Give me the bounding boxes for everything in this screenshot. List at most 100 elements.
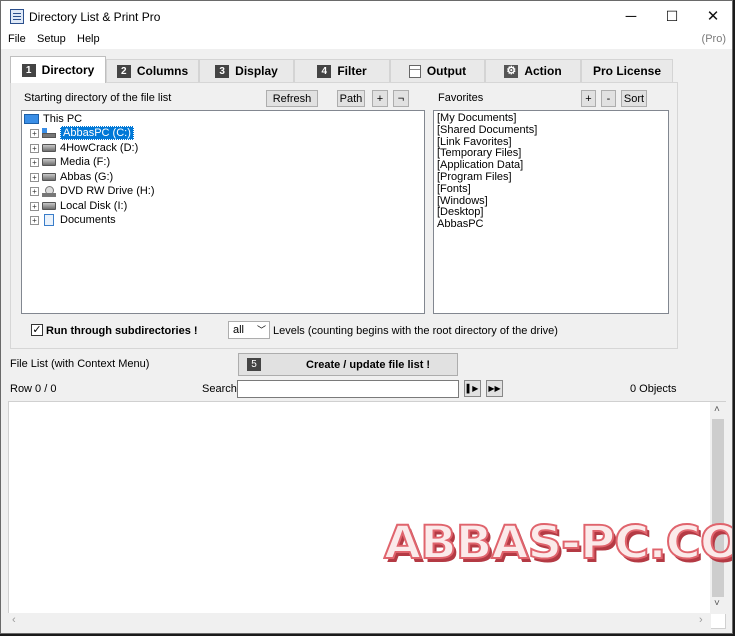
starting-directory-label: Starting directory of the file list xyxy=(24,92,172,104)
tree-root[interactable]: This PC xyxy=(24,112,82,126)
tree-item[interactable]: + DVD RW Drive (H:) xyxy=(30,184,155,198)
scroll-left-icon[interactable]: ‹ xyxy=(12,614,16,626)
menu-bar: File Setup Help (Pro) xyxy=(1,31,732,49)
tab-output[interactable]: Output xyxy=(390,59,485,82)
fast-forward-icon: ▶▶ xyxy=(488,384,501,393)
tab-display[interactable]: 3 Display xyxy=(199,59,294,82)
add-path-button[interactable]: + xyxy=(372,90,388,107)
tab-label: Action xyxy=(524,64,562,78)
path-button[interactable]: Path xyxy=(337,90,365,107)
computer-icon xyxy=(24,114,39,124)
search-all-button[interactable]: ▶▶ xyxy=(486,380,503,397)
tree-item[interactable]: + Abbas (G:) xyxy=(30,170,113,184)
watermark: ABBAS-PC.COM xyxy=(383,515,732,570)
favorite-item[interactable]: AbbasPC xyxy=(437,218,665,231)
row-counter: Row 0 / 0 xyxy=(10,383,57,395)
search-input[interactable] xyxy=(237,380,459,398)
tab-directory[interactable]: 1 Directory xyxy=(10,56,106,83)
favorites-list[interactable]: [My Documents] [Shared Documents] [Link … xyxy=(433,110,669,314)
chevron-down-icon: ﹀ xyxy=(256,325,266,335)
gear-icon: ⚙ xyxy=(504,64,519,78)
tab-label: Directory xyxy=(41,63,95,77)
directory-tree[interactable]: This PC + AbbasPC (C:) + 4HowCrack (D:) … xyxy=(21,110,425,314)
tree-item[interactable]: + Media (F:) xyxy=(30,155,110,169)
minimize-button[interactable]: ─ xyxy=(608,1,654,31)
plus-icon: + xyxy=(376,92,384,105)
tab-label: Columns xyxy=(136,64,189,78)
horizontal-scrollbar[interactable] xyxy=(8,613,711,629)
tab-number: 3 xyxy=(215,64,230,78)
tree-item-label: Local Disk (I:) xyxy=(60,200,128,212)
play-next-icon: ▌▶ xyxy=(466,384,479,393)
plus-icon: + xyxy=(585,92,592,105)
app-icon xyxy=(10,9,24,24)
tree-item[interactable]: + Documents xyxy=(30,213,116,227)
tree-item[interactable]: + 4HowCrack (D:) xyxy=(30,141,138,155)
refresh-button[interactable]: Refresh xyxy=(266,90,318,107)
create-file-list-button[interactable]: 5 Create / update file list ! xyxy=(238,353,458,376)
expand-icon: + xyxy=(30,172,39,182)
levels-select[interactable]: all ﹀ xyxy=(228,321,270,339)
scroll-down-icon[interactable]: ˅ xyxy=(714,598,720,609)
maximize-button[interactable]: ☐ xyxy=(649,1,695,31)
directory-panel: Starting directory of the file list Refr… xyxy=(10,82,678,349)
tab-filter[interactable]: 4 Filter xyxy=(294,59,390,82)
remove-favorite-button[interactable]: - xyxy=(601,90,616,107)
drive-icon xyxy=(42,173,56,181)
sort-label: Sort xyxy=(623,92,645,105)
favorite-item[interactable]: [Shared Documents] xyxy=(437,124,665,137)
menu-setup[interactable]: Setup xyxy=(37,33,66,45)
maximize-icon: ☐ xyxy=(665,7,679,24)
menu-file[interactable]: File xyxy=(8,33,26,45)
step-number: 5 xyxy=(247,358,261,371)
tab-columns[interactable]: 2 Columns xyxy=(106,59,199,82)
search-next-button[interactable]: ▌▶ xyxy=(464,380,481,397)
expand-icon: + xyxy=(30,128,39,138)
drive-icon xyxy=(42,144,56,152)
drive-icon xyxy=(42,158,56,166)
create-file-list-label: Create / update file list ! xyxy=(306,358,431,371)
window-title: Directory List & Print Pro xyxy=(29,10,161,24)
add-favorite-button[interactable]: + xyxy=(581,90,596,107)
close-icon: ✕ xyxy=(706,8,720,25)
favorites-label: Favorites xyxy=(438,92,484,104)
app-window: Directory List & Print Pro ─ ☐ ✕ File Se… xyxy=(0,0,733,634)
menu-help[interactable]: Help xyxy=(77,33,100,45)
objects-count: 0 Objects xyxy=(630,383,677,395)
tab-label: Filter xyxy=(337,64,367,78)
system-drive-icon xyxy=(42,128,56,138)
path-label: Path xyxy=(339,92,363,105)
favorite-item[interactable]: [Program Files] xyxy=(437,171,665,184)
drive-icon xyxy=(42,202,56,210)
levels-label: Levels (counting begins with the root di… xyxy=(273,325,558,337)
tab-label: Pro License xyxy=(592,64,662,78)
expand-icon: + xyxy=(30,201,39,211)
scroll-up-icon[interactable]: ˄ xyxy=(714,404,720,415)
exclude-path-button[interactable]: ¬ xyxy=(393,90,409,107)
run-subdirectories-checkbox[interactable]: ✓ xyxy=(31,324,43,336)
tree-item[interactable]: + AbbasPC (C:) xyxy=(30,126,134,140)
run-subdirectories-label: Run through subdirectories ! xyxy=(46,325,198,337)
title-bar: Directory List & Print Pro ─ ☐ ✕ xyxy=(1,1,732,31)
sort-favorites-button[interactable]: Sort xyxy=(621,90,647,107)
tab-number: 2 xyxy=(116,64,131,78)
tab-number: 1 xyxy=(21,63,36,77)
tree-item-label: DVD RW Drive (H:) xyxy=(60,185,155,197)
tree-item-label: Abbas (G:) xyxy=(60,171,114,183)
not-icon: ¬ xyxy=(397,92,405,105)
expand-icon: + xyxy=(30,157,39,167)
levels-value: all xyxy=(233,324,245,336)
tab-action[interactable]: ⚙ Action xyxy=(485,59,581,82)
tree-item[interactable]: + Local Disk (I:) xyxy=(30,199,127,213)
refresh-label: Refresh xyxy=(272,92,312,105)
expand-icon: + xyxy=(30,143,39,153)
close-button[interactable]: ✕ xyxy=(690,1,732,31)
tree-item-label: Documents xyxy=(60,214,116,226)
favorite-item[interactable]: [Fonts] xyxy=(437,183,665,196)
minimize-icon: ─ xyxy=(625,7,637,25)
tab-pro-license[interactable]: Pro License xyxy=(581,59,673,82)
search-label: Search xyxy=(202,383,237,395)
vertical-scroll-thumb[interactable] xyxy=(712,419,724,597)
scroll-right-icon[interactable]: › xyxy=(699,614,703,626)
file-list-view[interactable] xyxy=(8,401,726,629)
